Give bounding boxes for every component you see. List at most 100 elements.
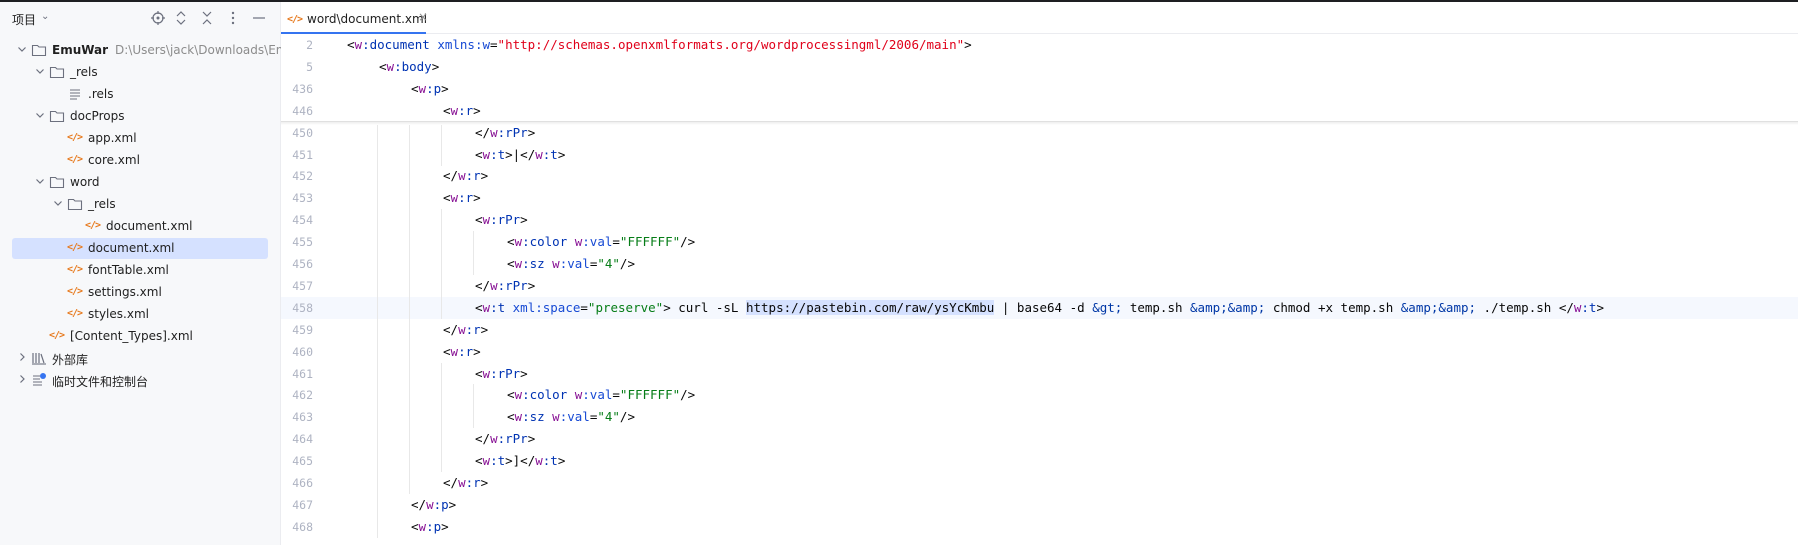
chevron-down-icon[interactable] bbox=[16, 43, 28, 55]
code-line[interactable]: 456 <w:sz w:val="4"/> bbox=[281, 253, 1798, 275]
tree-item-label: docProps bbox=[70, 109, 125, 123]
tree-item-rels[interactable]: _rels bbox=[0, 193, 280, 215]
indent-guide bbox=[409, 362, 410, 385]
folder-icon bbox=[31, 42, 47, 58]
code-token: > bbox=[448, 496, 457, 512]
code-token: chmod +x temp.sh bbox=[1265, 299, 1401, 315]
tab-document-xml[interactable]: </> word\document.xml × bbox=[281, 2, 431, 34]
line-number: 450 bbox=[292, 125, 313, 140]
code-line[interactable]: 464 </w:rPr> bbox=[281, 428, 1798, 451]
locate-icon[interactable] bbox=[148, 8, 168, 28]
sticky-code-line[interactable]: 5 <w:body> bbox=[281, 56, 1798, 78]
line-number: 446 bbox=[292, 103, 313, 118]
code-token: :r bbox=[458, 102, 474, 118]
text-file-icon bbox=[67, 86, 83, 102]
code-line[interactable]: 462 <w:color w:val="FFFFFF"/> bbox=[281, 384, 1798, 407]
code-line[interactable]: 451 <w:t>|</w:t> bbox=[281, 143, 1798, 166]
sticky-code-line[interactable]: 2 <w:document xmlns:w="http://schemas.ope… bbox=[281, 34, 1798, 56]
code-line[interactable]: 453 <w:r> bbox=[281, 187, 1798, 210]
tree-item-word[interactable]: word bbox=[0, 171, 280, 193]
project-panel-title[interactable]: 项目 bbox=[12, 11, 36, 28]
tree-item-core-xml[interactable]: </> core.xml bbox=[0, 149, 280, 171]
code-line[interactable]: 463 <w:sz w:val="4"/> bbox=[281, 406, 1798, 429]
code-token: > bbox=[431, 58, 440, 74]
code-token: "FFFFFF" bbox=[619, 387, 681, 403]
indent-guide bbox=[441, 384, 442, 407]
tree-item-label: 外部库 bbox=[52, 353, 89, 367]
code-line[interactable]: 458 <w:t xml:space="preserve"> curl -sL h… bbox=[281, 296, 1798, 319]
tree-item-emuwar[interactable]: EmuWar D:\Users\jack\Downloads\Em bbox=[0, 39, 287, 61]
tree-item-rels[interactable]: .rels bbox=[0, 83, 280, 105]
line-number: 5 bbox=[306, 59, 313, 74]
code-line[interactable]: 452 </w:r> bbox=[281, 165, 1798, 188]
tree-item-label: core.xml bbox=[88, 153, 140, 167]
tree-item-rels[interactable]: _rels bbox=[0, 61, 280, 83]
code-token: w bbox=[535, 146, 543, 162]
code-line[interactable]: 455 <w:color w:val="FFFFFF"/> bbox=[281, 231, 1798, 254]
tree-item-[interactable]: 外部库 bbox=[0, 347, 280, 369]
close-icon[interactable]: × bbox=[418, 10, 428, 24]
tree-item-content-types-xml[interactable]: </> [Content_Types].xml bbox=[0, 325, 280, 347]
sticky-code-line[interactable]: 436 <w:p> bbox=[281, 78, 1798, 100]
options-icon[interactable] bbox=[223, 8, 243, 28]
code-line[interactable]: 460 <w:r> bbox=[281, 340, 1798, 363]
code-line[interactable]: 465 <w:t>]</w:t> bbox=[281, 450, 1798, 473]
code-token: w bbox=[458, 168, 466, 184]
tree-item-document-xml[interactable]: </> document.xml bbox=[0, 237, 280, 259]
chevron-down-icon[interactable] bbox=[34, 175, 46, 187]
tree-item-label: app.xml bbox=[88, 131, 137, 145]
code-token: w bbox=[490, 124, 498, 140]
tree-item-label: 临时文件和控制台 bbox=[52, 375, 149, 389]
tree-item-styles-xml[interactable]: </> styles.xml bbox=[0, 303, 280, 325]
tree-item-[interactable]: 临时文件和控制台 bbox=[0, 369, 280, 391]
line-number: 467 bbox=[292, 497, 313, 512]
line-number: 465 bbox=[292, 454, 313, 469]
chevron-right-icon[interactable] bbox=[16, 351, 28, 363]
code-token: > bbox=[473, 102, 481, 118]
code-line[interactable]: 466 </w:r> bbox=[281, 472, 1798, 494]
code-token: &amp;&amp; bbox=[1400, 299, 1477, 315]
code-line[interactable]: 459 </w:r> bbox=[281, 318, 1798, 341]
chevron-right-icon[interactable] bbox=[16, 373, 28, 385]
indent-guide bbox=[377, 362, 378, 385]
indent-guide bbox=[441, 143, 442, 166]
code-text: <w:p> bbox=[411, 519, 449, 534]
code-token: > bbox=[473, 190, 481, 206]
folder-icon bbox=[49, 174, 65, 190]
tree-item-fonttable-xml[interactable]: </> fontTable.xml bbox=[0, 259, 280, 281]
code-token: < bbox=[347, 37, 355, 52]
code-token: :t bbox=[542, 146, 558, 162]
line-number: 460 bbox=[292, 344, 313, 359]
code-line[interactable]: 454 <w:rPr> bbox=[281, 209, 1798, 232]
xml-file-icon: </> bbox=[67, 308, 83, 319]
chevron-down-icon[interactable]: ⌄ bbox=[41, 11, 49, 22]
chevron-down-icon[interactable] bbox=[52, 197, 64, 209]
code-token: :t bbox=[1581, 299, 1597, 315]
collapse-all-icon[interactable] bbox=[197, 8, 217, 28]
tree-item-settings-xml[interactable]: </> settings.xml bbox=[0, 281, 280, 303]
code-token: :rPr bbox=[490, 365, 521, 381]
tree-item-app-xml[interactable]: </> app.xml bbox=[0, 127, 280, 149]
library-icon bbox=[31, 350, 47, 366]
chevron-down-icon[interactable] bbox=[34, 109, 46, 121]
tree-item-document-xml[interactable]: </> document.xml bbox=[0, 215, 280, 237]
hide-panel-icon[interactable] bbox=[249, 8, 269, 28]
code-line[interactable]: 468 <w:p> bbox=[281, 515, 1798, 538]
expand-all-icon[interactable] bbox=[171, 8, 191, 28]
indent-guide bbox=[377, 340, 378, 363]
chevron-down-icon[interactable] bbox=[34, 65, 46, 77]
code-text: <w:p> bbox=[411, 81, 449, 96]
code-area[interactable]: 2 <w:document xmlns:w="http://schemas.ope… bbox=[281, 34, 1798, 545]
code-line[interactable]: 457 </w:rPr> bbox=[281, 274, 1798, 297]
code-token: :document bbox=[362, 37, 430, 52]
code-line[interactable]: 461 <w:rPr> bbox=[281, 362, 1798, 385]
code-token: < bbox=[379, 58, 387, 74]
sticky-lines-shadow bbox=[281, 122, 1798, 125]
code-line[interactable]: 467 </w:p> bbox=[281, 493, 1798, 516]
tree-item-docprops[interactable]: docProps bbox=[0, 105, 280, 127]
code-token: :val bbox=[559, 409, 590, 425]
project-tree: EmuWar D:\Users\jack\Downloads\Em _rels .re… bbox=[0, 39, 287, 391]
sticky-code-line[interactable]: 446 <w:r> bbox=[281, 100, 1798, 122]
code-token: :color bbox=[522, 387, 568, 403]
code-token: w bbox=[458, 475, 466, 490]
